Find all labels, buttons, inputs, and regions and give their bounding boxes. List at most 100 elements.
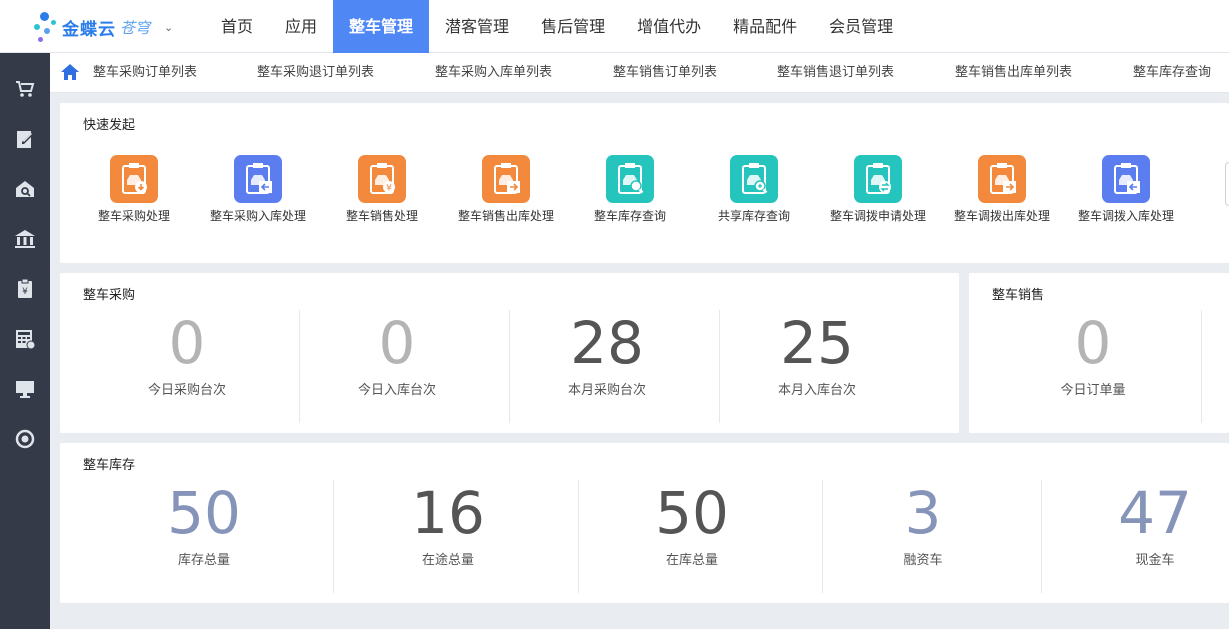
house-search-icon[interactable] (14, 178, 36, 200)
quick-label: 整车销售处理 (345, 209, 418, 223)
svg-text:¥: ¥ (386, 184, 392, 194)
nav-home[interactable]: 首页 (205, 0, 269, 53)
car-download-icon (110, 155, 158, 203)
car-outbound-icon (482, 155, 530, 203)
stat-label: 今日入库台次 (357, 383, 436, 398)
inventory-title: 整车库存 (83, 458, 136, 473)
nav-value-added[interactable]: 增值代办 (621, 0, 717, 53)
sidebar: ¥ (0, 53, 50, 629)
divider (578, 480, 579, 593)
stat-value: 0 (1074, 309, 1112, 377)
stat-label: 库存总量 (177, 553, 230, 568)
nav-vehicle-management[interactable]: 整车管理 (333, 0, 430, 53)
stat-cash-cars[interactable]: 47 现金车 (1045, 481, 1229, 568)
transfer-in-icon (1102, 155, 1150, 203)
quick-transfer-in[interactable]: 整车调拨入库处理 (1064, 155, 1188, 224)
quick-label: 整车采购处理 (97, 209, 170, 223)
purchase-panel: 整车采购 0 今日采购台次 0 今日入库台次 28 本月采购台次 25 本月入库… (60, 273, 959, 433)
stat-label: 今日订单量 (1060, 383, 1126, 398)
stat-value: 3 (904, 479, 942, 547)
tabs-bar: 整车采购订单列表 整车采购退订单列表 整车采购入库单列表 整车销售订单列表 整车… (50, 53, 1229, 93)
svg-text:¥: ¥ (22, 287, 28, 297)
quick-purchase[interactable]: 整车采购处理 (72, 155, 196, 224)
quick-label: 整车销售出库处理 (457, 209, 554, 223)
stat-today-purchase[interactable]: 0 今日采购台次 (82, 311, 292, 398)
quick-label: 整车采购入库处理 (209, 209, 306, 223)
quick-sale[interactable]: ¥ 整车销售处理 (320, 155, 444, 224)
car-transfer-icon (854, 155, 902, 203)
stat-today-inbound[interactable]: 0 今日入库台次 (292, 311, 502, 398)
chevron-down-icon[interactable]: ⌄ (164, 21, 173, 34)
quick-label: 整车调拨入库处理 (1077, 209, 1174, 223)
tab-inventory-query[interactable]: 整车库存查询 (1133, 53, 1211, 93)
tab-purchase-orders[interactable]: 整车采购订单列表 (93, 53, 197, 93)
divider (1041, 480, 1042, 593)
car-sale-icon: ¥ (358, 155, 406, 203)
quick-label: 整车库存查询 (593, 209, 666, 223)
quick-label: 整车调拨申请处理 (829, 209, 926, 223)
shared-search-icon (730, 155, 778, 203)
nav-accessories[interactable]: 精品配件 (717, 0, 813, 53)
stat-value: 25 (780, 309, 854, 377)
edit-document-icon[interactable] (14, 128, 36, 150)
stat-label: 今日采购台次 (147, 383, 226, 398)
quick-purchase-inbound[interactable]: 整车采购入库处理 (196, 155, 320, 224)
home-icon[interactable] (60, 62, 80, 82)
tab-sales-outbound[interactable]: 整车销售出库单列表 (955, 53, 1072, 93)
stat-today-orders[interactable]: 0 今日订单量 (983, 311, 1203, 398)
quick-transfer-out[interactable]: 整车调拨出库处理 (940, 155, 1064, 224)
quick-inventory-query[interactable]: 整车库存查询 (568, 155, 692, 224)
brand-name: 金蝶云 (62, 19, 116, 40)
main-nav: 首页 应用 整车管理 潜客管理 售后管理 增值代办 精品配件 会员管理 (205, 0, 909, 53)
stat-label: 本月入库台次 (777, 383, 856, 398)
stat-financed-cars[interactable]: 3 融资车 (823, 481, 1023, 568)
stat-month-purchase[interactable]: 28 本月采购台次 (502, 311, 712, 398)
quick-sale-outbound[interactable]: 整车销售出库处理 (444, 155, 568, 224)
tab-purchase-returns[interactable]: 整车采购退订单列表 (257, 53, 374, 93)
stat-label: 融资车 (903, 553, 943, 568)
clipboard-yuan-icon[interactable]: ¥ (14, 278, 36, 300)
stat-value: 16 (411, 479, 485, 547)
logo-dots-icon (34, 10, 60, 44)
quick-transfer-request[interactable]: 整车调拨申请处理 (816, 155, 940, 224)
tab-sales-orders[interactable]: 整车销售订单列表 (613, 53, 717, 93)
stat-month-inbound[interactable]: 25 本月入库台次 (712, 311, 922, 398)
bank-icon[interactable] (14, 228, 36, 250)
brand-logo[interactable]: 金蝶云 苍穹 ⌄ (34, 8, 173, 46)
stat-label: 在途总量 (421, 553, 474, 568)
nav-apps[interactable]: 应用 (269, 0, 333, 53)
sales-title: 整车销售 (992, 288, 1045, 303)
stat-value: 0 (168, 309, 206, 377)
quick-label: 共享库存查询 (717, 209, 790, 223)
transfer-out-icon (978, 155, 1026, 203)
sales-panel: 整车销售 0 今日订单量 (969, 273, 1229, 433)
scroll-right-handle[interactable] (1225, 162, 1229, 206)
stat-in-stock[interactable]: 50 在库总量 (582, 481, 802, 568)
tab-purchase-inbound[interactable]: 整车采购入库单列表 (435, 53, 552, 93)
quick-launch-panel: 快速发起 整车采购处理 整车采购入库处理 ¥ 整车销售处理 整车销售出库处理 整… (60, 103, 1229, 263)
quick-launch-title: 快速发起 (83, 118, 136, 133)
tab-sales-returns[interactable]: 整车销售退订单列表 (777, 53, 894, 93)
car-inbound-icon (234, 155, 282, 203)
divider (333, 480, 334, 593)
divider (1201, 310, 1202, 423)
stat-value: 0 (378, 309, 416, 377)
target-icon[interactable] (14, 428, 36, 450)
brand-product: 苍穹 (120, 18, 151, 37)
nav-members[interactable]: 会员管理 (813, 0, 909, 53)
top-navbar: 金蝶云 苍穹 ⌄ 首页 应用 整车管理 潜客管理 售后管理 增值代办 精品配件 … (0, 0, 1229, 53)
quick-shared-inventory[interactable]: 共享库存查询 (692, 155, 816, 224)
monitor-icon[interactable] (14, 378, 36, 400)
stat-label: 本月采购台次 (567, 383, 646, 398)
nav-prospects[interactable]: 潜客管理 (429, 0, 525, 53)
cart-icon[interactable] (14, 78, 36, 100)
stat-in-transit[interactable]: 16 在途总量 (338, 481, 558, 568)
nav-after-sales[interactable]: 售后管理 (525, 0, 621, 53)
stat-value: 50 (167, 479, 241, 547)
stat-label: 在库总量 (665, 553, 718, 568)
stat-label: 现金车 (1135, 553, 1175, 568)
calculator-icon[interactable] (14, 328, 36, 350)
stat-inventory-total[interactable]: 50 库存总量 (94, 481, 314, 568)
car-search-icon (606, 155, 654, 203)
stat-value: 47 (1118, 479, 1192, 547)
